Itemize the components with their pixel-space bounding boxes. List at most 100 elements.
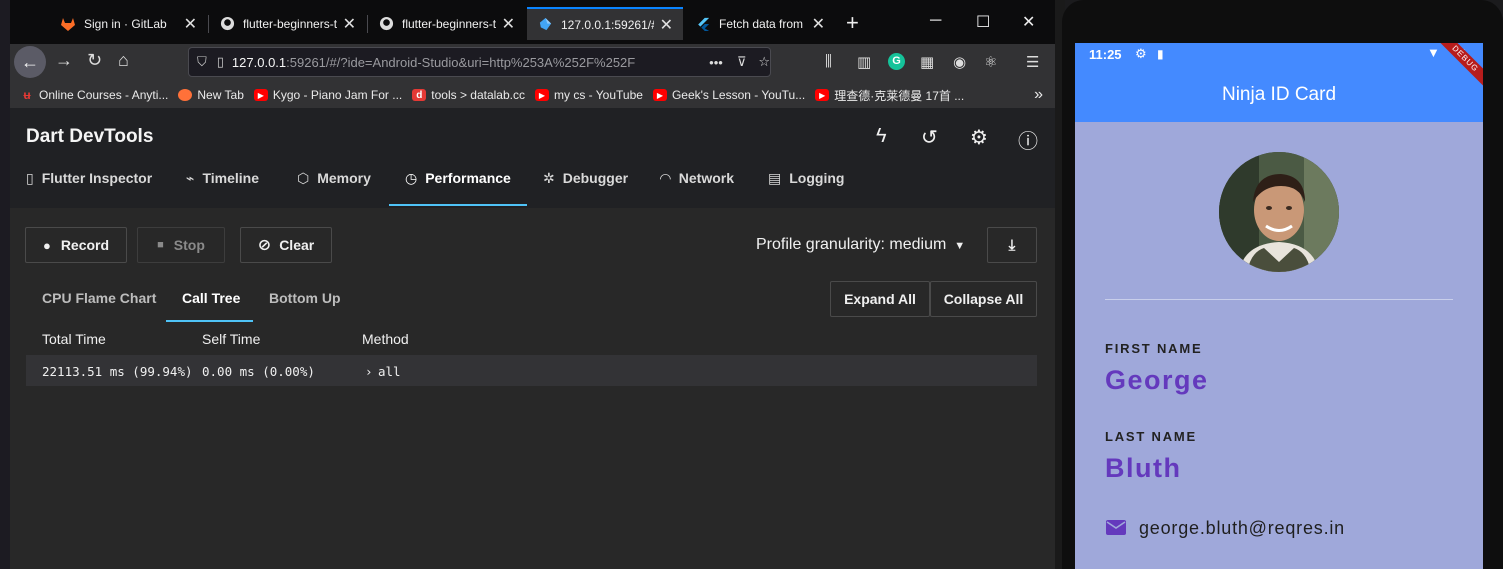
chevron-right-icon[interactable]: › [365, 364, 373, 379]
bookmark-item[interactable]: ▶ 理查德·克莱德曼 17首 ... [815, 87, 964, 104]
table-row[interactable]: 22113.51 ms (99.94%) 0.00 ms (0.00%) › a… [26, 355, 1037, 386]
phone-screen: 11:25 ⚙ ▮ ▼ ▮ Ninja ID Card DEBUG [1075, 43, 1483, 569]
logging-icon: ▤ [768, 170, 782, 186]
bookmark-item[interactable]: d tools > datalab.cc [412, 88, 525, 102]
youtube-icon: ▶ [815, 89, 830, 101]
total-time-cell: 22113.51 ms (99.94%) [42, 364, 193, 379]
bug-icon: ✲ [543, 170, 555, 186]
page-icon: ▯ [216, 54, 224, 69]
bookmark-item[interactable]: ʉ Online Courses - Anyti... [20, 88, 168, 102]
datalab-icon: d [412, 89, 427, 101]
tab-call-tree[interactable]: Call Tree [182, 290, 240, 306]
sidebar-icon[interactable]: ▥ [857, 53, 871, 71]
tab-flutter[interactable]: Fetch data from th ✕ [685, 7, 835, 40]
page-actions-icon[interactable]: ••• [709, 55, 723, 70]
collapse-all-button[interactable]: Collapse All [930, 281, 1037, 317]
bookmarks-bar: ʉ Online Courses - Anyti... New Tab ▶ Kygo… [10, 82, 1055, 108]
minimize-icon[interactable]: ─ [930, 12, 941, 30]
close-tab-icon[interactable]: ✕ [502, 14, 515, 34]
browser-window: Sign in · GitLab ✕ flutter-beginners-t ✕… [10, 0, 1055, 569]
bookmark-item[interactable]: ▶ my cs - YouTube [535, 88, 643, 102]
close-tab-icon[interactable]: ✕ [343, 14, 356, 34]
app-bar-title: Ninja ID Card [1221, 83, 1337, 105]
tab-timeline[interactable]: ⌁ Timeline [186, 170, 259, 206]
settings-icon[interactable]: ⚙ [970, 125, 988, 150]
github-icon [378, 16, 394, 32]
settings-icon: ⚙ [1135, 46, 1147, 61]
divider [1105, 299, 1453, 300]
tab-debugger[interactable]: ✲ Debugger [543, 170, 628, 206]
menu-icon[interactable]: ☰ [1026, 53, 1039, 71]
bookmark-item[interactable]: New Tab [178, 88, 244, 102]
tab-flutter-inspector[interactable]: ▯ Flutter Inspector [26, 170, 152, 206]
tab-github-2[interactable]: flutter-beginners-t ✕ [368, 7, 525, 40]
record-icon: ● [42, 237, 51, 253]
close-tab-icon[interactable]: ✕ [660, 15, 673, 35]
profile-granularity-dropdown[interactable]: Profile granularity: medium ▼ [756, 236, 965, 254]
tab-gitlab[interactable]: Sign in · GitLab ✕ [50, 7, 207, 40]
stop-icon: ■ [157, 239, 164, 251]
github-icon [219, 16, 235, 32]
tab-logging[interactable]: ▤ Logging [768, 170, 844, 206]
column-total-time[interactable]: Total Time [42, 331, 106, 347]
tab-bar: Sign in · GitLab ✕ flutter-beginners-t ✕… [10, 0, 1055, 44]
tab-cpu-flame-chart[interactable]: CPU Flame Chart [42, 290, 156, 306]
download-icon: ⤓ [1008, 236, 1016, 254]
first-name-label: FIRST NAME [1105, 341, 1203, 356]
youtube-icon: ▶ [535, 89, 549, 101]
gitlab-icon [60, 16, 76, 32]
maximize-icon[interactable]: ☐ [976, 12, 990, 32]
bookmark-item[interactable]: ▶ Kygo - Piano Jam For ... [253, 88, 402, 102]
bookmark-item[interactable]: ▶ Geek's Lesson - YouTu... [652, 88, 805, 102]
last-name-label: LAST NAME [1105, 429, 1198, 444]
memory-icon: ⬡ [297, 170, 310, 186]
navigation-toolbar: ← → ↻ ⌂ ⛉ ▯ 127.0.0.1 :59261/#/?ide=Andr… [10, 44, 1055, 82]
expand-all-button[interactable]: Expand All [830, 281, 930, 317]
tab-memory[interactable]: ⬡ Memory [297, 170, 371, 206]
youtube-icon: ▶ [652, 89, 667, 101]
stop-button[interactable]: ■ Stop [137, 227, 225, 263]
new-tab-button[interactable]: + [846, 10, 859, 36]
phone-icon: ▯ [26, 170, 34, 186]
block-icon: ⊘ [257, 237, 272, 254]
flutter-icon [695, 16, 711, 32]
first-name-value: George [1105, 365, 1209, 395]
devtools-header: Dart DevTools ϟ ↺ ⚙ ⓘ ▯ Flutter Inspector… [10, 108, 1055, 208]
dart-icon [537, 17, 553, 33]
close-window-icon[interactable]: ✕ [1022, 12, 1035, 32]
react-devtools-icon[interactable]: ⚛ [984, 53, 997, 71]
self-time-cell: 0.00 ms (0.00%) [202, 364, 315, 379]
bookmark-star-icon[interactable]: ☆ [758, 54, 770, 70]
more-bookmarks-icon[interactable]: » [1034, 86, 1043, 104]
clear-button[interactable]: ⊘ Clear [240, 227, 332, 263]
column-method[interactable]: Method [362, 331, 409, 347]
forward-button[interactable]: → [55, 50, 73, 71]
close-tab-icon[interactable]: ✕ [184, 14, 197, 34]
reload-button[interactable]: ↻ [87, 50, 102, 71]
devtools-title: Dart DevTools [26, 126, 154, 147]
help-icon[interactable]: ⓘ [1018, 125, 1038, 154]
tab-github-1[interactable]: flutter-beginners-t ✕ [209, 7, 366, 40]
tab-performance[interactable]: ◷ Performance [389, 170, 527, 206]
reader-icon[interactable]: ▦ [920, 53, 934, 71]
close-tab-icon[interactable]: ✕ [812, 14, 825, 34]
last-name-value: Bluth [1105, 453, 1182, 483]
tab-bottom-up[interactable]: Bottom Up [269, 290, 341, 306]
address-bar[interactable]: ⛉ ▯ 127.0.0.1 :59261/#/?ide=Android-Stud… [188, 47, 771, 77]
hot-restart-icon[interactable]: ↺ [921, 125, 938, 150]
pocket-icon[interactable]: ⊽ [737, 54, 747, 70]
grammarly-icon[interactable]: G [888, 53, 905, 70]
status-bar: 11:25 ⚙ ▮ ▼ ▮ [1075, 43, 1483, 67]
hot-reload-icon[interactable]: ϟ [876, 125, 887, 148]
back-button[interactable]: ← [14, 46, 46, 78]
chevron-down-icon: ▼ [954, 240, 966, 252]
column-self-time[interactable]: Self Time [202, 331, 260, 347]
download-button[interactable]: ⤓ [987, 227, 1037, 263]
record-button[interactable]: ● Record [25, 227, 127, 263]
home-button[interactable]: ⌂ [118, 50, 129, 71]
tab-devtools-active[interactable]: 127.0.0.1:59261/#/ ✕ [527, 7, 683, 40]
sim-card-icon: ▮ [1157, 47, 1164, 61]
account-icon[interactable]: ◉ [953, 53, 966, 71]
tab-network[interactable]: ◠ Network [660, 170, 734, 206]
library-icon[interactable]: ⫼ [825, 53, 832, 70]
